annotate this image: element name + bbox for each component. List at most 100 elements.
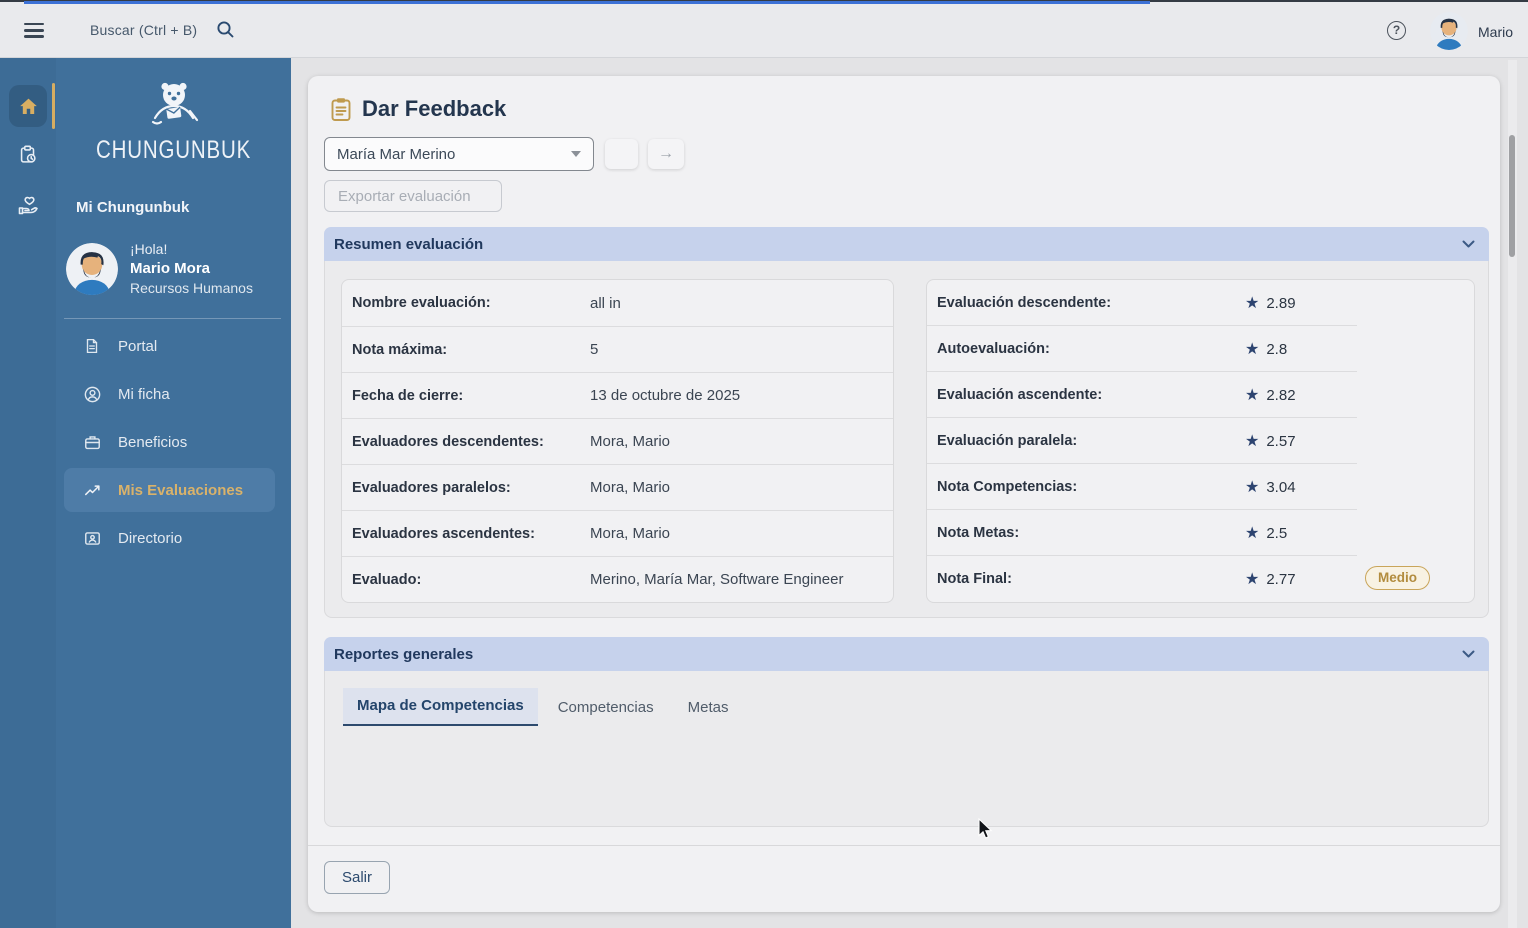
detail-label: Evaluadores paralelos: (352, 479, 511, 496)
score-label: Nota Final: (937, 571, 1012, 587)
detail-value: Merino, María Mar, Software Engineer (590, 571, 844, 588)
table-row: Nombre evaluación: all in (342, 280, 893, 326)
table-row: Nota Final: ★ 2.77 Medio (927, 555, 1474, 602)
chevron-down-icon[interactable] (1462, 240, 1475, 249)
star-icon: ★ (1245, 341, 1260, 358)
star-icon: ★ (1245, 295, 1260, 312)
score-value: 2.82 (1266, 386, 1296, 404)
detail-label: Evaluadores descendentes: (352, 433, 544, 450)
sidebar: CHUNGUNBUK Mi Chungunbuk ¡Hola! Mario Mo… (56, 58, 291, 928)
topbar-username: Mario (1478, 24, 1514, 40)
person-icon (82, 384, 102, 404)
score-value: 2.89 (1266, 294, 1296, 312)
rail-home-item[interactable] (9, 85, 47, 127)
score-label: Evaluación paralela: (937, 433, 1078, 449)
search-input[interactable]: Buscar (Ctrl + B) (90, 22, 197, 38)
sidebar-item-label: Directorio (118, 529, 183, 547)
reports-panel-header[interactable]: Reportes generales (324, 637, 1489, 671)
table-row: Evaluación ascendente: ★ 2.82 (927, 371, 1474, 418)
score-value: 3.04 (1266, 478, 1296, 496)
trend-icon (82, 480, 102, 500)
profile-role: Recursos Humanos (130, 280, 253, 297)
table-row: Autoevaluación: ★ 2.8 (927, 325, 1474, 372)
sidebar-item-mi-ficha[interactable]: Mi ficha (64, 372, 275, 416)
sidebar-menu: Portal Mi ficha Beneficios Mis Evaluacio… (64, 324, 275, 564)
reports-panel-title: Reportes generales (334, 645, 474, 663)
score-value: 2.77 (1266, 570, 1296, 588)
export-evaluation-button[interactable]: Exportar evaluación (324, 180, 502, 212)
profile-avatar[interactable] (66, 243, 118, 296)
star-icon: ★ (1245, 433, 1260, 450)
greeting-text: ¡Hola! (130, 241, 168, 257)
sidebar-item-label: Mi ficha (118, 385, 170, 403)
feedback-card: Dar Feedback María Mar Merino → Exportar… (308, 76, 1500, 912)
table-row: Nota Competencias: ★ 3.04 (927, 463, 1474, 510)
sidebar-item-label: Portal (118, 337, 158, 355)
tab-metas[interactable]: Metas (674, 690, 743, 726)
employee-select-value: María Mar Merino (337, 145, 456, 163)
icon-rail (0, 58, 56, 928)
score-value: 2.8 (1266, 340, 1288, 358)
summary-panel-header[interactable]: Resumen evaluación (324, 227, 1489, 261)
chevron-down-icon[interactable] (1462, 650, 1475, 659)
exit-button[interactable]: Salir (324, 861, 390, 894)
table-row: Nota máxima: 5 (342, 326, 893, 372)
sidebar-divider (64, 318, 281, 319)
sidebar-section-title: Mi Chungunbuk (76, 199, 190, 216)
score-label: Nota Metas: (937, 525, 1020, 541)
detail-value: Mora, Mario (590, 433, 671, 450)
chungunbuk-logo-icon (56, 78, 291, 132)
detail-label: Fecha de cierre: (352, 387, 464, 404)
tab-competencias[interactable]: Competencias (544, 690, 668, 726)
app-screen: Buscar (Ctrl + B) ? Mario CHUNGUNBUK Mi … (0, 0, 1528, 928)
table-row: Fecha de cierre: 13 de octubre de 2025 (342, 372, 893, 418)
briefcase-icon (82, 432, 102, 452)
table-row: Evaluadores ascendentes: Mora, Mario (342, 510, 893, 556)
detail-value: 5 (590, 341, 599, 358)
topbar: Buscar (Ctrl + B) ? Mario (0, 2, 1528, 58)
user-avatar[interactable] (1430, 12, 1468, 50)
detail-label: Nombre evaluación: (352, 295, 491, 311)
benefits-hand-heart-icon[interactable] (16, 194, 40, 223)
star-icon: ★ (1245, 525, 1260, 542)
detail-value: Mora, Mario (590, 525, 671, 542)
rail-active-indicator (52, 83, 55, 129)
home-icon (19, 98, 37, 114)
clipboard-icon (331, 97, 351, 121)
sidebar-profile: ¡Hola! Mario Mora Recursos Humanos (66, 240, 253, 298)
star-icon: ★ (1245, 571, 1260, 588)
sidebar-item-mis-evaluaciones[interactable]: Mis Evaluaciones (64, 468, 275, 512)
detail-label: Nota máxima: (352, 341, 448, 358)
help-icon[interactable]: ? (1387, 21, 1406, 40)
star-icon: ★ (1245, 479, 1260, 496)
scrollbar-thumb[interactable] (1509, 135, 1515, 257)
table-row: Evaluado: Merino, María Mar, Software En… (342, 556, 893, 602)
next-arrow-button[interactable]: → (648, 139, 684, 169)
sidebar-item-directorio[interactable]: Directorio (64, 516, 275, 560)
score-label: Autoevaluación: (937, 341, 1050, 357)
tab-mapa-de-competencias[interactable]: Mapa de Competencias (343, 688, 538, 726)
chevron-down-icon (571, 151, 581, 157)
sidebar-item-label: Beneficios (118, 433, 188, 451)
score-label: Nota Competencias: (937, 479, 1078, 495)
score-label: Evaluación descendente: (937, 295, 1112, 311)
previous-button[interactable] (605, 139, 638, 169)
hamburger-menu-icon[interactable] (24, 23, 44, 38)
search-icon[interactable] (216, 20, 235, 44)
summary-panel-title: Resumen evaluación (334, 235, 484, 253)
evaluation-details-table: Nombre evaluación: all in Nota máxima: 5… (341, 279, 894, 603)
detail-value: 13 de octubre de 2025 (590, 387, 741, 404)
page-load-progress-bar (24, 1, 1150, 4)
sidebar-item-portal[interactable]: Portal (64, 324, 275, 368)
score-value: 2.5 (1266, 524, 1288, 542)
table-row: Evaluación paralela: ★ 2.57 (927, 417, 1474, 464)
employee-select[interactable]: María Mar Merino (324, 137, 594, 171)
detail-value: all in (590, 294, 621, 312)
sidebar-item-label: Mis Evaluaciones (118, 481, 244, 499)
sidebar-item-beneficios[interactable]: Beneficios (64, 420, 275, 464)
table-row: Nota Metas: ★ 2.5 (927, 509, 1474, 556)
evaluations-clipboard-icon[interactable] (17, 144, 39, 171)
document-icon (82, 336, 102, 356)
table-row: Evaluadores paralelos: Mora, Mario (342, 464, 893, 510)
detail-label: Evaluado: (352, 571, 422, 588)
